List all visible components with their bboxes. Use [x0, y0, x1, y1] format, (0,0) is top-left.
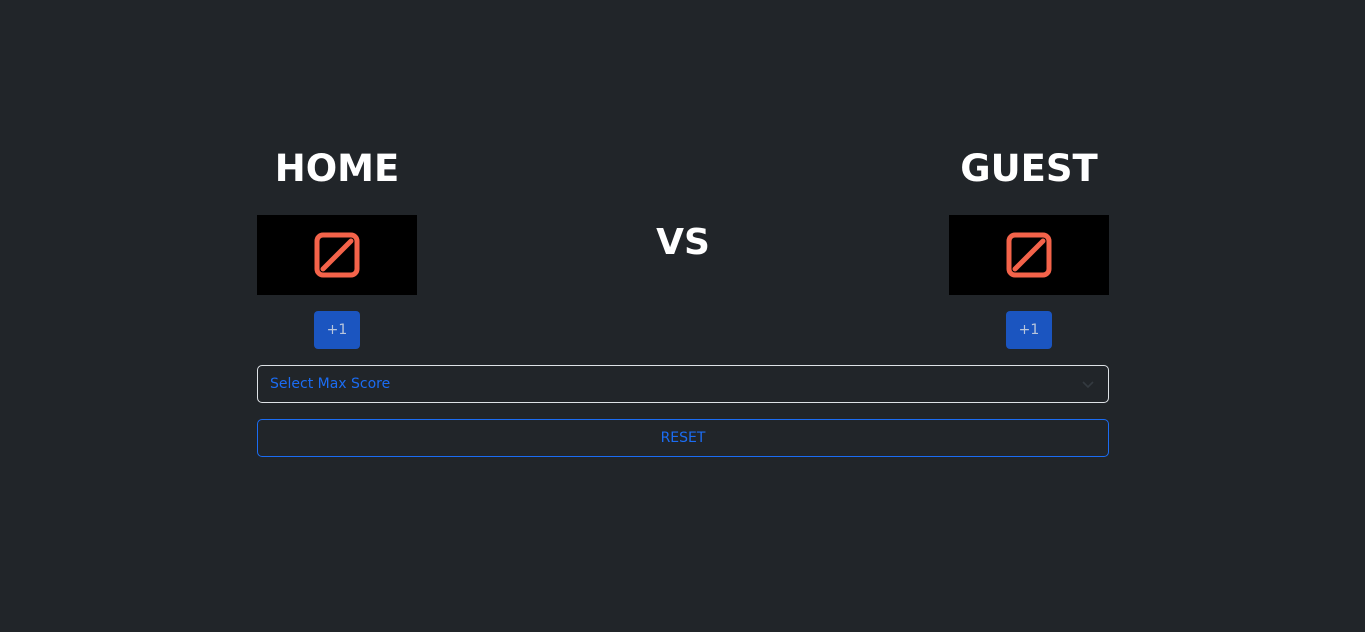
scoreboard: HOME +1 VS GUEST +1 Select Max Score RES…: [257, 140, 1109, 460]
reset-button[interactable]: RESET: [257, 419, 1109, 457]
guest-team-name: GUEST: [960, 147, 1098, 190]
max-score-select[interactable]: Select Max Score: [257, 365, 1109, 403]
guest-score-display: [949, 215, 1109, 295]
guest-team-panel: GUEST +1: [949, 140, 1109, 349]
guest-add-point-button[interactable]: +1: [1006, 311, 1052, 349]
chevron-down-icon: [1080, 376, 1096, 392]
home-add-point-button[interactable]: +1: [314, 311, 360, 349]
home-team-name: HOME: [274, 147, 400, 190]
max-score-select-value: Select Max Score: [270, 376, 391, 392]
slashed-zero-icon: [1006, 232, 1052, 278]
